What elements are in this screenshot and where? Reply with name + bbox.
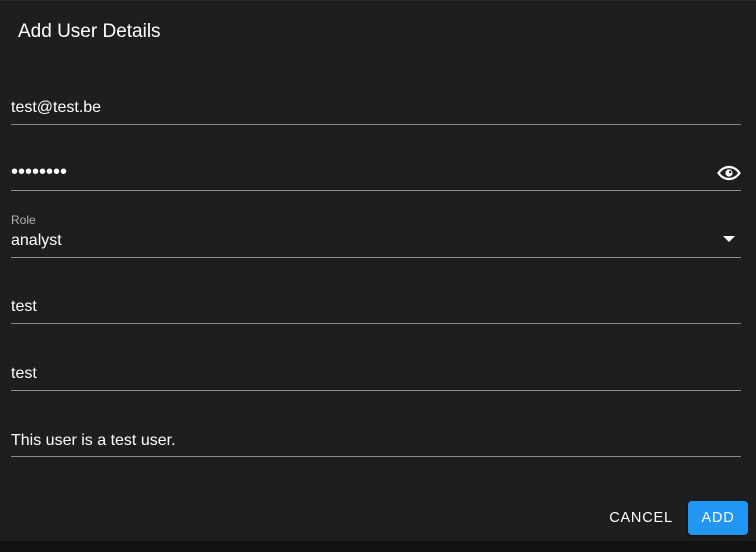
email-field[interactable]: test@test.be	[11, 91, 741, 125]
description-field[interactable]: This user is a test user.	[11, 423, 741, 457]
role-select[interactable]: Role analyst	[11, 213, 741, 258]
eye-icon-svg	[717, 165, 741, 181]
eye-icon[interactable]	[717, 163, 741, 183]
add-button[interactable]: ADD	[688, 501, 748, 535]
last-name-value: test	[11, 365, 37, 382]
first-name-field[interactable]: test	[11, 290, 741, 324]
add-user-dialog: Add User Details test@test.be •••••••• R…	[0, 0, 756, 541]
password-field[interactable]: ••••••••	[11, 157, 741, 191]
email-value: test@test.be	[11, 99, 102, 116]
role-value: analyst	[11, 232, 62, 249]
last-name-field[interactable]: test	[11, 357, 741, 391]
role-label: Role	[11, 213, 36, 227]
description-value: This user is a test user.	[11, 432, 176, 449]
dialog-title: Add User Details	[18, 21, 161, 42]
password-value: ••••••••	[11, 161, 68, 183]
cancel-button[interactable]: CANCEL	[602, 501, 680, 535]
caret-down-icon[interactable]	[723, 236, 735, 242]
first-name-value: test	[11, 298, 37, 315]
